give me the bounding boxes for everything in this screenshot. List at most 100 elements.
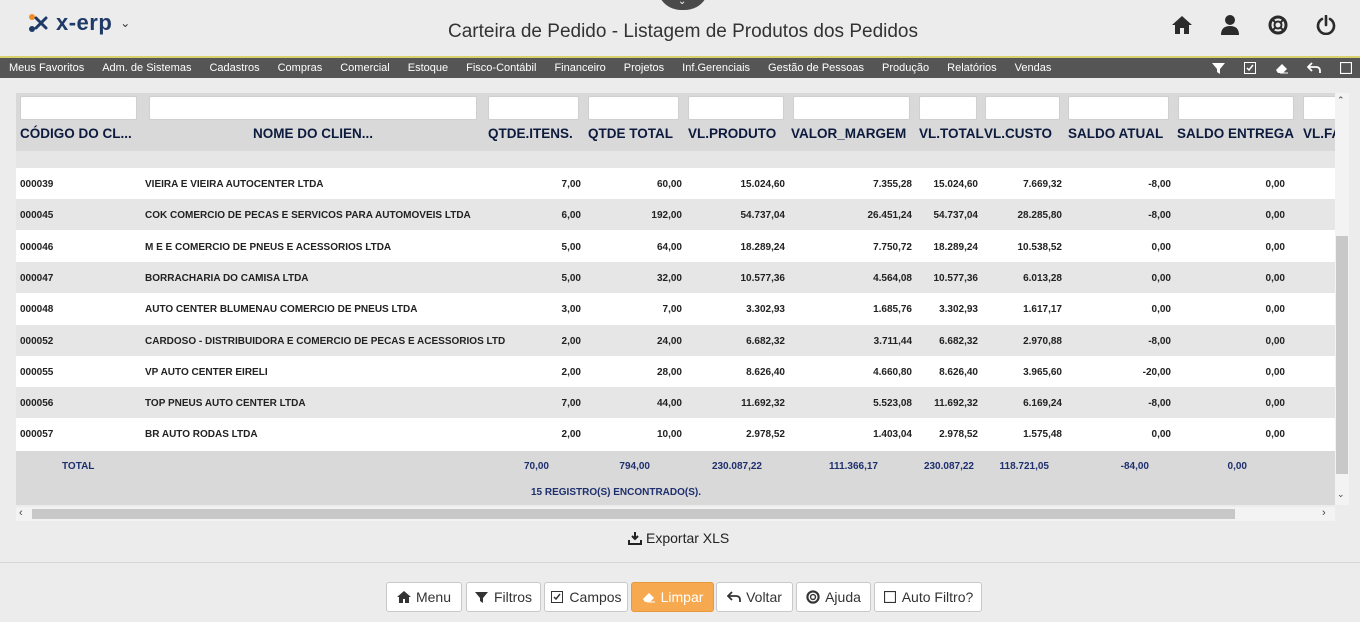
chevron-up-icon[interactable]: ⌃ xyxy=(1337,95,1345,106)
filter-vl-produto-input[interactable] xyxy=(688,96,784,120)
home-icon[interactable] xyxy=(1170,13,1194,37)
column-header-qtde-itens[interactable]: QTDE.ITENS. xyxy=(488,126,573,141)
filter-saldo-entrega-input[interactable] xyxy=(1178,96,1294,120)
cell-valor-margem: 26.451,24 xyxy=(867,210,913,222)
auto-filtro-button[interactable]: Auto Filtro? xyxy=(874,582,982,612)
column-header-nome[interactable]: NOME DO CLIEN... xyxy=(149,126,477,141)
cell-valor-margem: 7.355,28 xyxy=(873,179,912,190)
chevron-left-icon[interactable]: ‹ xyxy=(19,507,23,519)
chevron-down-icon: ⌄ xyxy=(678,0,687,7)
filter-valor-margem-input[interactable] xyxy=(793,96,910,120)
table-row[interactable]: 000045 COK COMERCIO DE PECAS E SERVICOS P… xyxy=(16,199,1335,231)
power-icon[interactable] xyxy=(1314,13,1338,37)
cell-qtde-itens: 2,00 xyxy=(561,335,581,347)
column-header-vl-custo[interactable]: VL.CUSTO xyxy=(984,126,1052,141)
cell-saldo-entrega: 0,00 xyxy=(1265,304,1285,316)
cell-vl-custo: 10.538,52 xyxy=(1017,241,1063,253)
filter-codigo-input[interactable] xyxy=(20,96,137,120)
cell-nome: TOP PNEUS AUTO CENTER LTDA xyxy=(145,398,306,410)
horizontal-scrollbar[interactable]: ‹ › xyxy=(16,507,1335,521)
menu-item-inf-gerenciais[interactable]: Inf.Gerenciais xyxy=(673,62,759,74)
cell-saldo-atual: -8,00 xyxy=(1148,398,1171,410)
menu-item-vendas[interactable]: Vendas xyxy=(1006,62,1061,74)
vertical-scroll-thumb[interactable] xyxy=(1336,236,1348,474)
cell-qtde-itens: 3,00 xyxy=(561,304,581,316)
menu-item-comercial[interactable]: Comercial xyxy=(331,62,399,74)
help-lifebuoy-icon xyxy=(806,590,820,604)
table-row[interactable]: 000056 TOP PNEUS AUTO CENTER LTDA 7,00 44,0… xyxy=(16,387,1335,419)
cell-codigo: 000046 xyxy=(20,241,54,253)
square-icon[interactable] xyxy=(1338,60,1354,76)
table-row[interactable]: 000048 AUTO CENTER BLUMENAU COMERCIO DE P… xyxy=(16,293,1335,325)
menu-item-projetos[interactable]: Projetos xyxy=(615,62,673,74)
menu-item-estoque[interactable]: Estoque xyxy=(399,62,457,74)
filter-vl-custo-input[interactable] xyxy=(985,96,1060,120)
filter-vl-fa-input[interactable] xyxy=(1303,96,1335,120)
table-row[interactable]: 000055 VP AUTO CENTER EIRELI 2,00 28,00 8.62… xyxy=(16,355,1335,387)
voltar-button[interactable]: Voltar xyxy=(716,582,793,612)
chevron-down-icon[interactable]: ⌄ xyxy=(1337,489,1345,500)
checkbox-icon[interactable] xyxy=(1242,60,1258,76)
menu-button[interactable]: Menu xyxy=(386,582,462,612)
cell-codigo: 000052 xyxy=(20,335,54,347)
table-row[interactable]: 000039 VIEIRA E VIEIRA AUTOCENTER LTDA 7,0… xyxy=(16,168,1335,199)
app-header: x-erp ⌄ ⌄ Carteira de Pedido - Listagem … xyxy=(0,0,1360,55)
cell-valor-margem: 5.523,08 xyxy=(873,398,912,410)
column-header-saldo-atual[interactable]: SALDO ATUAL xyxy=(1068,126,1163,141)
records-found-text: 15 REGISTRO(S) ENCONTRADO(S). xyxy=(530,487,701,498)
filter-nome-input[interactable] xyxy=(149,96,477,120)
vertical-scrollbar[interactable]: ⌃ ⌄ xyxy=(1335,93,1349,505)
table-row[interactable]: 000047 BORRACHARIA DO CAMISA LTDA 5,00 32,0… xyxy=(16,261,1335,293)
home-icon xyxy=(396,590,411,604)
table-row[interactable]: 000046 M E E COMERCIO DE PNEUS E ACESSORI… xyxy=(16,230,1335,262)
ajuda-button[interactable]: Ajuda xyxy=(796,582,871,612)
user-icon[interactable] xyxy=(1218,13,1242,37)
export-xls-button[interactable]: Exportar XLS xyxy=(628,526,729,550)
column-header-qtde-total[interactable]: QTDE TOTAL xyxy=(588,126,673,141)
cell-nome: M E E COMERCIO DE PNEUS E ACESSORIOS LTD… xyxy=(145,241,392,253)
cell-qtde-total: 64,00 xyxy=(656,241,682,253)
column-header-valor-margem[interactable]: VALOR_MARGEM xyxy=(791,126,906,141)
filter-qtde-itens-input[interactable] xyxy=(488,96,579,120)
undo-icon[interactable] xyxy=(1306,60,1322,76)
menu-item-gestao-pessoas[interactable]: Gestão de Pessoas xyxy=(759,62,873,74)
menu-item-financeiro[interactable]: Financeiro xyxy=(545,62,614,74)
collapse-header-toggle[interactable]: ⌄ xyxy=(657,0,709,10)
menu-item-relatorios[interactable]: Relatórios xyxy=(938,62,1006,74)
limpar-button[interactable]: Limpar xyxy=(631,582,714,612)
column-header-codigo[interactable]: CÓDIGO DO CL... xyxy=(20,126,132,141)
table-row[interactable]: 000052 CARDOSO - DISTRIBUIDORA E COMERCIO… xyxy=(16,324,1335,356)
filter-saldo-atual-input[interactable] xyxy=(1068,96,1169,120)
menu-item-cadastros[interactable]: Cadastros xyxy=(200,62,268,74)
cell-valor-margem: 4.660,80 xyxy=(873,366,912,378)
cell-qtde-total: 24,00 xyxy=(656,335,682,347)
cell-saldo-atual: -8,00 xyxy=(1148,335,1171,347)
filtros-button[interactable]: Filtros xyxy=(466,582,541,612)
chevron-right-icon[interactable]: › xyxy=(1322,507,1326,519)
filter-qtde-total-input[interactable] xyxy=(588,96,679,120)
cell-saldo-entrega: 0,00 xyxy=(1265,398,1285,410)
help-lifebuoy-icon[interactable] xyxy=(1266,13,1290,37)
cell-vl-custo: 1.617,17 xyxy=(1023,304,1062,316)
table-row[interactable]: 000057 BR AUTO RODAS LTDA 2,00 10,00 2.978,5… xyxy=(16,418,1335,450)
cell-vl-total: 8.626,40 xyxy=(939,366,978,378)
menu-item-compras[interactable]: Compras xyxy=(269,62,332,74)
column-header-vl-fa[interactable]: VL.FA xyxy=(1303,126,1335,141)
menu-item-favoritos[interactable]: Meus Favoritos xyxy=(0,62,93,74)
cell-codigo: 000039 xyxy=(20,179,54,190)
cell-codigo: 000056 xyxy=(20,398,54,410)
menu-item-adm-sistemas[interactable]: Adm. de Sistemas xyxy=(93,62,200,74)
filter-icon[interactable] xyxy=(1210,60,1226,76)
cell-qtde-itens: 2,00 xyxy=(561,429,581,441)
total-qtde-total: 794,00 xyxy=(619,461,650,472)
menu-item-fisco-contabil[interactable]: Fisco-Contábil xyxy=(457,62,545,74)
menu-item-producao[interactable]: Produção xyxy=(873,62,938,74)
column-header-vl-produto[interactable]: VL.PRODUTO xyxy=(688,126,776,141)
eraser-icon[interactable] xyxy=(1274,60,1290,76)
column-header-vl-total[interactable]: VL.TOTAL xyxy=(919,126,984,141)
campos-button[interactable]: Campos xyxy=(544,582,628,612)
horizontal-scroll-thumb[interactable] xyxy=(32,509,1235,519)
column-header-saldo-entrega[interactable]: SALDO ENTREGA xyxy=(1177,126,1294,141)
cell-codigo: 000045 xyxy=(20,210,54,222)
filter-vl-total-input[interactable] xyxy=(919,96,977,120)
